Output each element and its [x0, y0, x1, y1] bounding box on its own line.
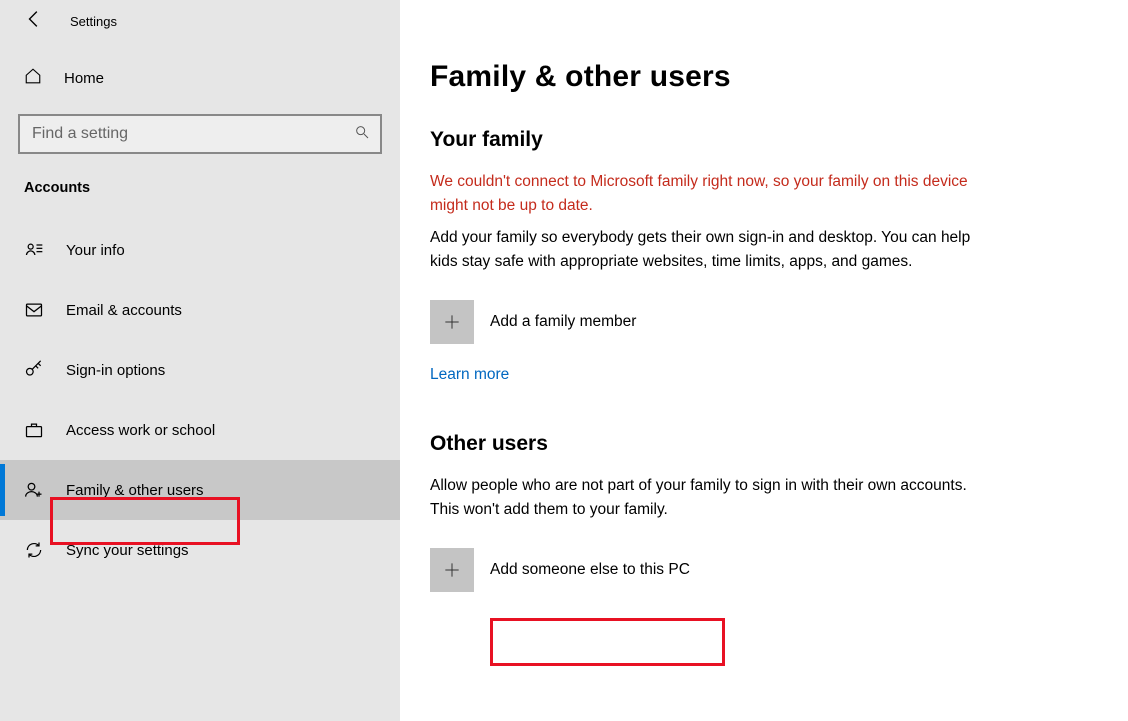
sidebar-item-email-accounts[interactable]: Email & accounts	[0, 280, 400, 340]
sidebar-item-family-other-users[interactable]: Family & other users	[0, 460, 400, 520]
learn-more-link[interactable]: Learn more	[430, 366, 509, 384]
sidebar-item-label: Access work or school	[66, 422, 215, 439]
family-error-text: We couldn't connect to Microsoft family …	[430, 170, 990, 218]
sidebar-item-sync-settings[interactable]: Sync your settings	[0, 520, 400, 580]
person-card-icon	[24, 240, 44, 260]
briefcase-icon	[24, 420, 44, 440]
section-heading-other: Other users	[430, 432, 1088, 456]
page-heading: Family & other users	[430, 60, 1088, 94]
plus-icon	[430, 548, 474, 592]
plus-icon	[430, 300, 474, 344]
back-icon[interactable]	[24, 8, 46, 35]
section-heading-family: Your family	[430, 128, 1088, 152]
nav-list: Your info Email & accounts Sign-in optio…	[0, 220, 400, 580]
sidebar-item-label: Sync your settings	[66, 542, 189, 559]
home-icon	[24, 67, 42, 90]
sync-icon	[24, 540, 44, 560]
sidebar-item-label: Family & other users	[66, 482, 204, 499]
family-description: Add your family so everybody gets their …	[430, 226, 990, 274]
sidebar-item-access-work-school[interactable]: Access work or school	[0, 400, 400, 460]
sidebar-item-your-info[interactable]: Your info	[0, 220, 400, 280]
other-users-description: Allow people who are not part of your fa…	[430, 474, 990, 522]
window-title: Settings	[70, 14, 117, 29]
add-other-user-label: Add someone else to this PC	[490, 561, 690, 579]
search-input[interactable]	[30, 124, 354, 144]
add-family-member-button[interactable]: Add a family member	[430, 300, 636, 344]
add-family-label: Add a family member	[490, 313, 636, 331]
search-container	[18, 114, 382, 154]
person-add-icon	[24, 480, 44, 500]
sidebar-item-label: Sign-in options	[66, 362, 165, 379]
key-icon	[24, 360, 44, 380]
search-icon	[354, 124, 370, 145]
search-box[interactable]	[18, 114, 382, 154]
home-nav[interactable]: Home	[0, 55, 400, 102]
category-label: Accounts	[0, 154, 400, 206]
sidebar-item-label: Your info	[66, 242, 125, 259]
sidebar-header: Settings	[0, 0, 400, 55]
home-label: Home	[64, 70, 104, 87]
mail-icon	[24, 300, 44, 320]
sidebar-item-label: Email & accounts	[66, 302, 182, 319]
add-other-user-button[interactable]: Add someone else to this PC	[430, 548, 690, 592]
main-content: Family & other users Your family We coul…	[400, 0, 1128, 721]
sidebar: Settings Home Accounts Your info Email &	[0, 0, 400, 721]
sidebar-item-sign-in-options[interactable]: Sign-in options	[0, 340, 400, 400]
